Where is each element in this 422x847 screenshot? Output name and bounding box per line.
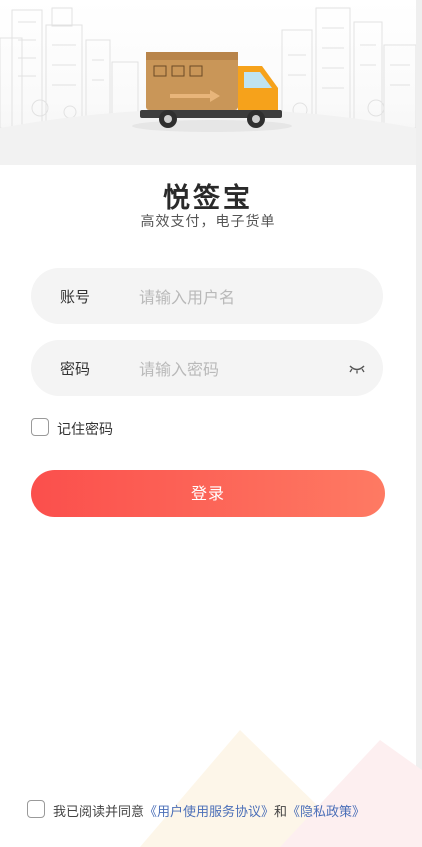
- remember-checkbox[interactable]: [31, 418, 49, 436]
- app-title: 悦签宝: [163, 183, 253, 214]
- account-input[interactable]: [137, 280, 361, 314]
- agreement-prefix: 我已阅读并同意: [53, 805, 145, 820]
- password-field[interactable]: 密码: [31, 340, 383, 396]
- agreement-checkbox[interactable]: [27, 800, 45, 818]
- truck-icon: [140, 52, 282, 128]
- app-subtitle: 高效支付，电子货单: [140, 214, 276, 230]
- account-label: 账号: [60, 288, 91, 306]
- hero-illustration: [0, 0, 416, 165]
- password-label: 密码: [60, 360, 91, 378]
- account-field[interactable]: 账号: [31, 268, 383, 324]
- terms-link[interactable]: 《用户使用服务协议》: [144, 805, 274, 820]
- agreement-and: 和: [274, 805, 288, 820]
- login-button[interactable]: 登录: [31, 470, 385, 517]
- decorative-shapes: [140, 730, 422, 847]
- remember-label: 记住密码: [57, 422, 113, 438]
- city-skyline-illustration: [0, 7, 416, 165]
- password-input[interactable]: [137, 352, 361, 386]
- privacy-link[interactable]: 《隐私政策》: [287, 805, 365, 820]
- eye-closed-icon[interactable]: [347, 360, 367, 376]
